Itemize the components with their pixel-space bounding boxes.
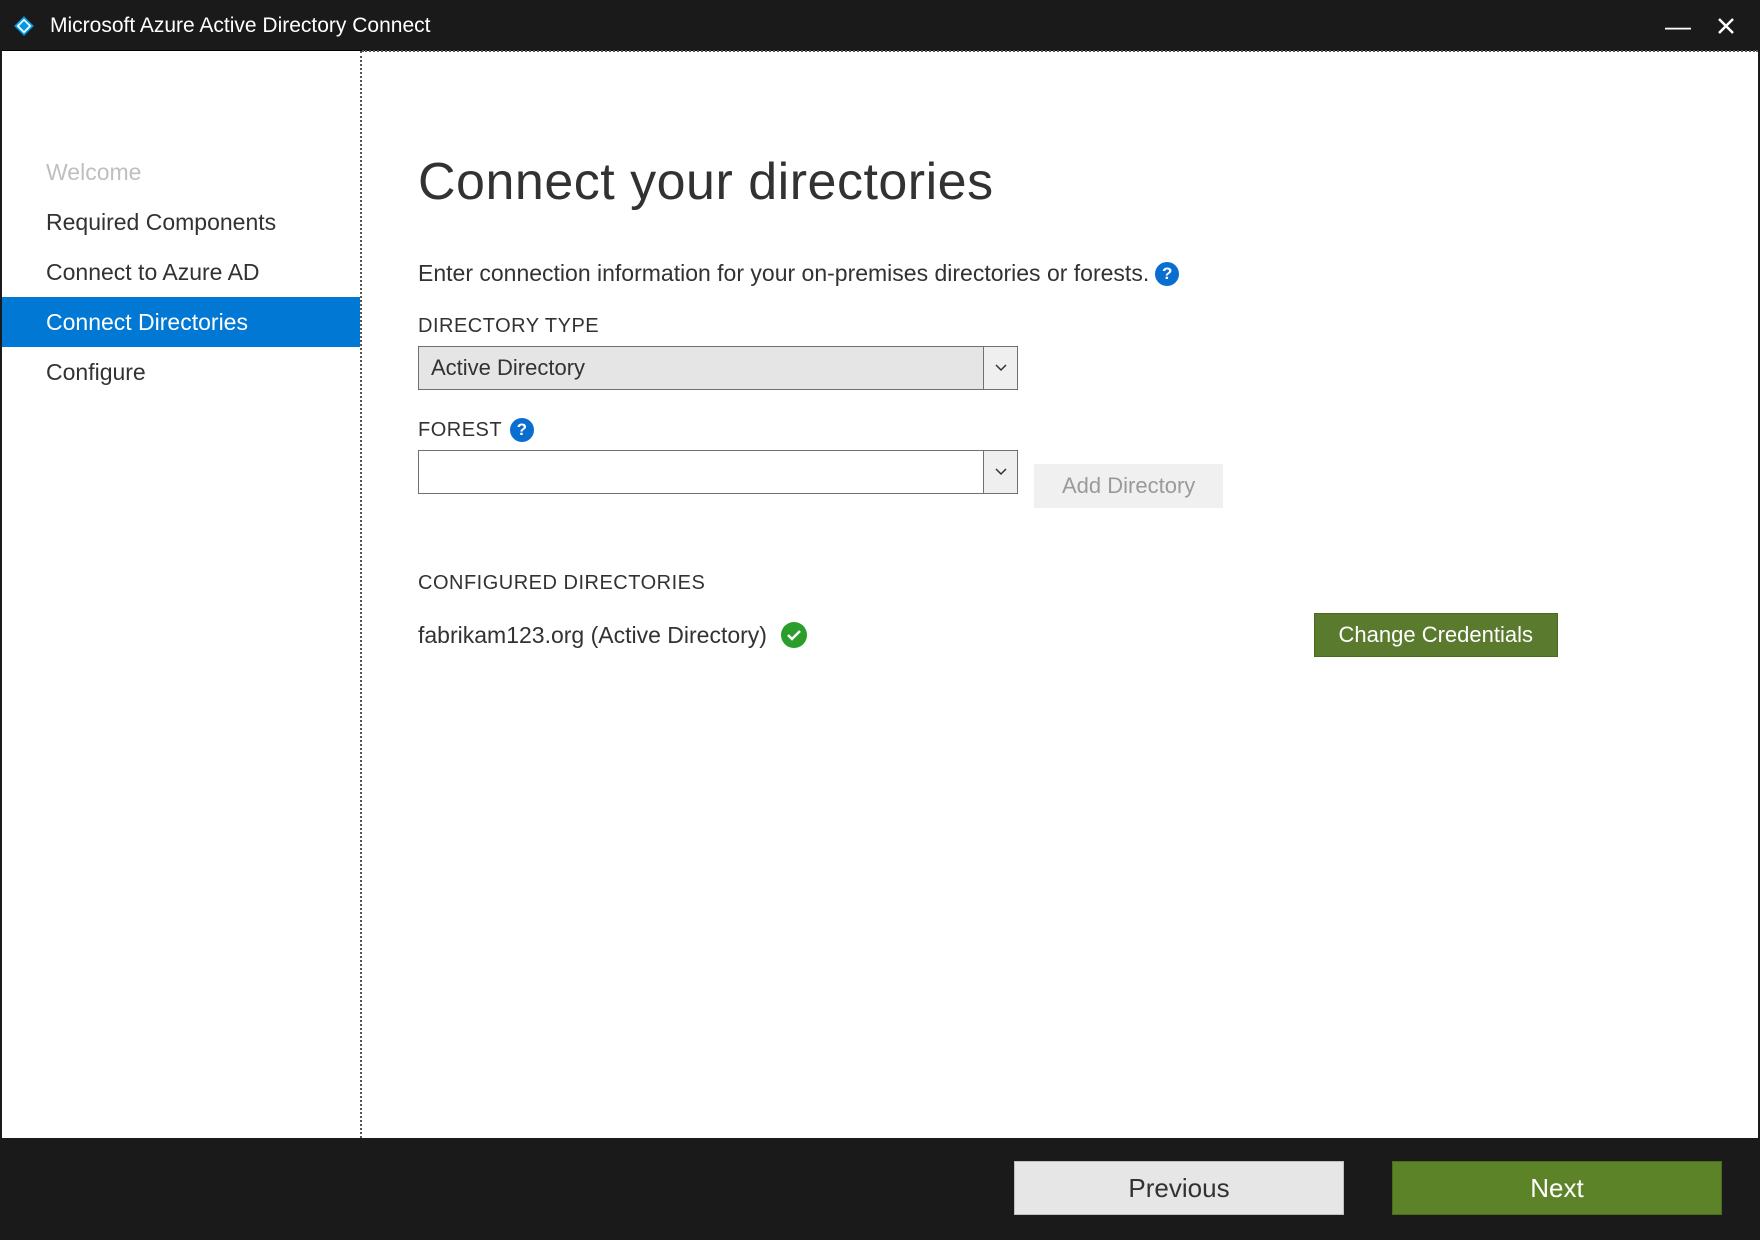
sidebar-item-configure[interactable]: Configure xyxy=(2,347,360,397)
help-icon[interactable]: ? xyxy=(1155,262,1179,286)
forest-row: Add Directory xyxy=(418,450,1702,522)
directory-type-value: Active Directory xyxy=(418,346,984,390)
previous-button[interactable]: Previous xyxy=(1014,1161,1344,1215)
app-window: Microsoft Azure Active Directory Connect… xyxy=(0,0,1760,1240)
app-logo-icon xyxy=(10,12,38,40)
forest-combo[interactable] xyxy=(418,450,1018,494)
sidebar-item-welcome[interactable]: Welcome xyxy=(2,147,360,197)
instruction-text: Enter connection information for your on… xyxy=(418,260,1702,287)
sidebar-item-connect-azure-ad[interactable]: Connect to Azure AD xyxy=(2,247,360,297)
sidebar-item-label: Connect Directories xyxy=(46,309,248,336)
configured-directory-entry: fabrikam123.org (Active Directory) xyxy=(418,622,807,649)
close-button[interactable] xyxy=(1702,2,1750,50)
configured-directories-label: CONFIGURED DIRECTORIES xyxy=(418,572,1702,595)
forest-label-text: FOREST xyxy=(418,419,502,442)
directory-type-label: DIRECTORY TYPE xyxy=(418,315,1702,338)
change-credentials-button[interactable]: Change Credentials xyxy=(1314,613,1558,657)
instruction-label: Enter connection information for your on… xyxy=(418,260,1149,287)
minimize-button[interactable]: — xyxy=(1654,2,1702,50)
sidebar-item-connect-directories[interactable]: Connect Directories xyxy=(2,297,360,347)
main-content: Connect your directories Enter connectio… xyxy=(362,50,1758,1138)
chevron-down-icon[interactable] xyxy=(984,346,1018,390)
window-title: Microsoft Azure Active Directory Connect xyxy=(50,14,1654,38)
checkmark-icon xyxy=(781,622,807,648)
page-title: Connect your directories xyxy=(418,152,1702,212)
sidebar: Welcome Required Components Connect to A… xyxy=(2,51,362,1138)
add-directory-button: Add Directory xyxy=(1034,464,1223,508)
body: Welcome Required Components Connect to A… xyxy=(2,50,1758,1138)
sidebar-item-label: Connect to Azure AD xyxy=(46,259,260,286)
forest-label: FOREST ? xyxy=(418,418,1702,442)
sidebar-item-label: Required Components xyxy=(46,209,276,236)
chevron-down-icon[interactable] xyxy=(984,450,1018,494)
titlebar: Microsoft Azure Active Directory Connect… xyxy=(2,2,1758,50)
directory-type-combo[interactable]: Active Directory xyxy=(418,346,1018,390)
configured-directory-row: fabrikam123.org (Active Directory) Chang… xyxy=(418,613,1558,657)
sidebar-item-label: Welcome xyxy=(46,159,141,186)
forest-value xyxy=(418,450,984,494)
sidebar-item-label: Configure xyxy=(46,359,146,386)
configured-directory-text: fabrikam123.org (Active Directory) xyxy=(418,622,767,649)
help-icon[interactable]: ? xyxy=(510,418,534,442)
sidebar-item-required-components[interactable]: Required Components xyxy=(2,197,360,247)
next-button[interactable]: Next xyxy=(1392,1161,1722,1215)
footer: Previous Next xyxy=(2,1138,1758,1238)
